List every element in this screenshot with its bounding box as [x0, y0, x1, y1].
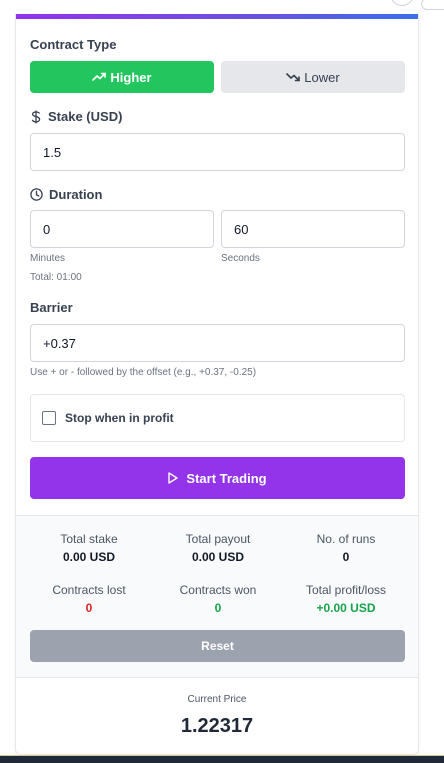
duration-label: Duration: [30, 187, 102, 202]
lower-button[interactable]: Lower: [221, 61, 405, 93]
barrier-hint: Use + or - followed by the offset (e.g.,…: [30, 367, 257, 378]
higher-button[interactable]: Higher: [30, 61, 214, 93]
total-stake-label: Total stake: [60, 532, 118, 546]
trading-page: Contract Type Higher Lower Stake (USD) 1…: [0, 0, 444, 763]
current-price-label: Current Price: [187, 694, 247, 705]
current-price-section: Current Price 1.22317: [16, 677, 418, 754]
total-payout-stat: Total payout 0.00 USD: [159, 532, 277, 564]
total-payout-label: Total payout: [185, 532, 251, 546]
stop-profit-label: Stop when in profit: [65, 411, 174, 425]
minutes-input[interactable]: 0: [30, 210, 214, 248]
stake-input[interactable]: 1.5: [30, 133, 405, 171]
duration-total: Total: 01:00: [30, 272, 82, 283]
dollar-icon: [31, 110, 41, 123]
total-stake-value: 0.00 USD: [62, 550, 116, 564]
clock-icon: [30, 188, 43, 201]
seconds-caption: Seconds: [221, 253, 260, 264]
bottom-bar: [0, 755, 444, 763]
barrier-label: Barrier: [30, 300, 73, 315]
start-trading-button[interactable]: Start Trading: [30, 457, 405, 499]
profit-loss-value: +0.00 USD: [316, 601, 376, 615]
panel-accent-bar: [16, 14, 418, 19]
bottom-bar-divider: [0, 755, 444, 756]
profit-loss-stat: Total profit/loss +0.00 USD: [287, 583, 405, 615]
seconds-input[interactable]: 60: [221, 210, 405, 248]
total-payout-value: 0.00 USD: [191, 550, 245, 564]
stop-profit-checkbox[interactable]: [42, 411, 56, 425]
reset-button[interactable]: Reset: [30, 630, 405, 662]
trade-panel: Contract Type Higher Lower Stake (USD) 1…: [15, 14, 419, 755]
total-stake-stat: Total stake 0.00 USD: [30, 532, 148, 564]
barrier-input[interactable]: +0.37: [30, 324, 405, 362]
runs-value: 0: [342, 550, 350, 564]
runs-label: No. of runs: [316, 532, 376, 546]
play-icon: [168, 472, 179, 484]
profit-loss-label: Total profit/loss: [305, 583, 387, 597]
contracts-won-label: Contracts won: [179, 583, 257, 597]
minutes-caption: Minutes: [30, 253, 66, 264]
trend-up-icon: [92, 72, 107, 81]
contracts-won-value: 0: [214, 601, 222, 615]
contracts-lost-value: 0: [85, 601, 93, 615]
runs-stat: No. of runs 0: [287, 532, 405, 564]
adjacent-panel-edge: [421, 0, 444, 10]
contract-type-label: Contract Type: [30, 37, 117, 52]
contracts-lost-label: Contracts lost: [52, 583, 126, 597]
stop-profit-option: Stop when in profit: [30, 394, 405, 442]
contracts-lost-stat: Contracts lost 0: [30, 583, 148, 615]
contracts-won-stat: Contracts won 0: [159, 583, 277, 615]
stake-label: Stake (USD): [30, 109, 122, 124]
current-price-value: 1.22317: [180, 715, 254, 737]
trend-down-icon: [286, 73, 301, 82]
